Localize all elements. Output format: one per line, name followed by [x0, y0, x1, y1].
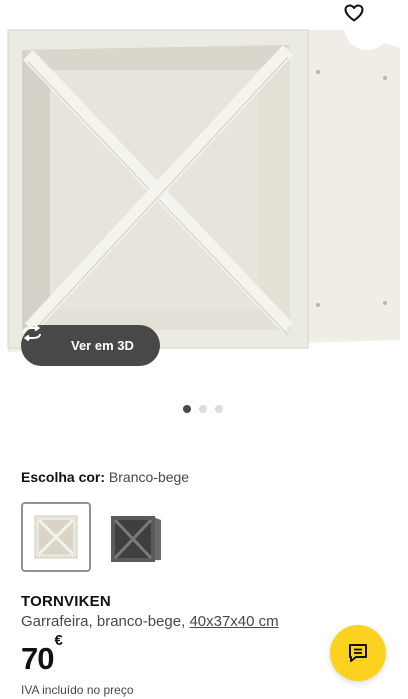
color-choice-value: Branco-bege: [108, 469, 190, 485]
vat-note: IVA incluído no preço: [21, 683, 134, 697]
carousel-indicator: [183, 405, 223, 413]
product-name: TORNVIKEN: [21, 593, 111, 610]
color-swatch-beige[interactable]: [21, 502, 91, 572]
color-swatch-grey[interactable]: [98, 504, 168, 574]
color-choice-label: Escolha cor:: [21, 469, 106, 485]
carousel-dot[interactable]: [215, 405, 223, 413]
carousel-dot-active[interactable]: [183, 405, 191, 413]
product-image-carousel[interactable]: Ver em 3D: [0, 0, 408, 390]
carousel-dot[interactable]: [199, 405, 207, 413]
swatch-thumbnail-beige: [34, 515, 78, 559]
product-description: Garrafeira, branco-bege,: [21, 613, 186, 630]
price-value: 70: [21, 641, 54, 676]
product-dimensions-link[interactable]: 40x37x40 cm: [189, 613, 278, 630]
view-3d-button[interactable]: Ver em 3D: [21, 325, 160, 366]
product-description-line: Garrafeira, branco-bege, 40x37x40 cm: [21, 613, 279, 630]
heart-outline-icon: [344, 4, 364, 22]
product-price: 70€: [21, 632, 63, 677]
color-choice-line: Escolha cor: Branco-bege: [21, 469, 189, 485]
view-3d-label: Ver em 3D: [71, 338, 134, 353]
price-currency: €: [54, 631, 63, 649]
favorite-button[interactable]: [344, 4, 390, 50]
chat-bubble-icon: [349, 644, 367, 662]
rotate-3d-icon: [23, 325, 61, 355]
chat-button[interactable]: [330, 625, 386, 681]
swatch-thumbnail-grey: [111, 516, 161, 562]
